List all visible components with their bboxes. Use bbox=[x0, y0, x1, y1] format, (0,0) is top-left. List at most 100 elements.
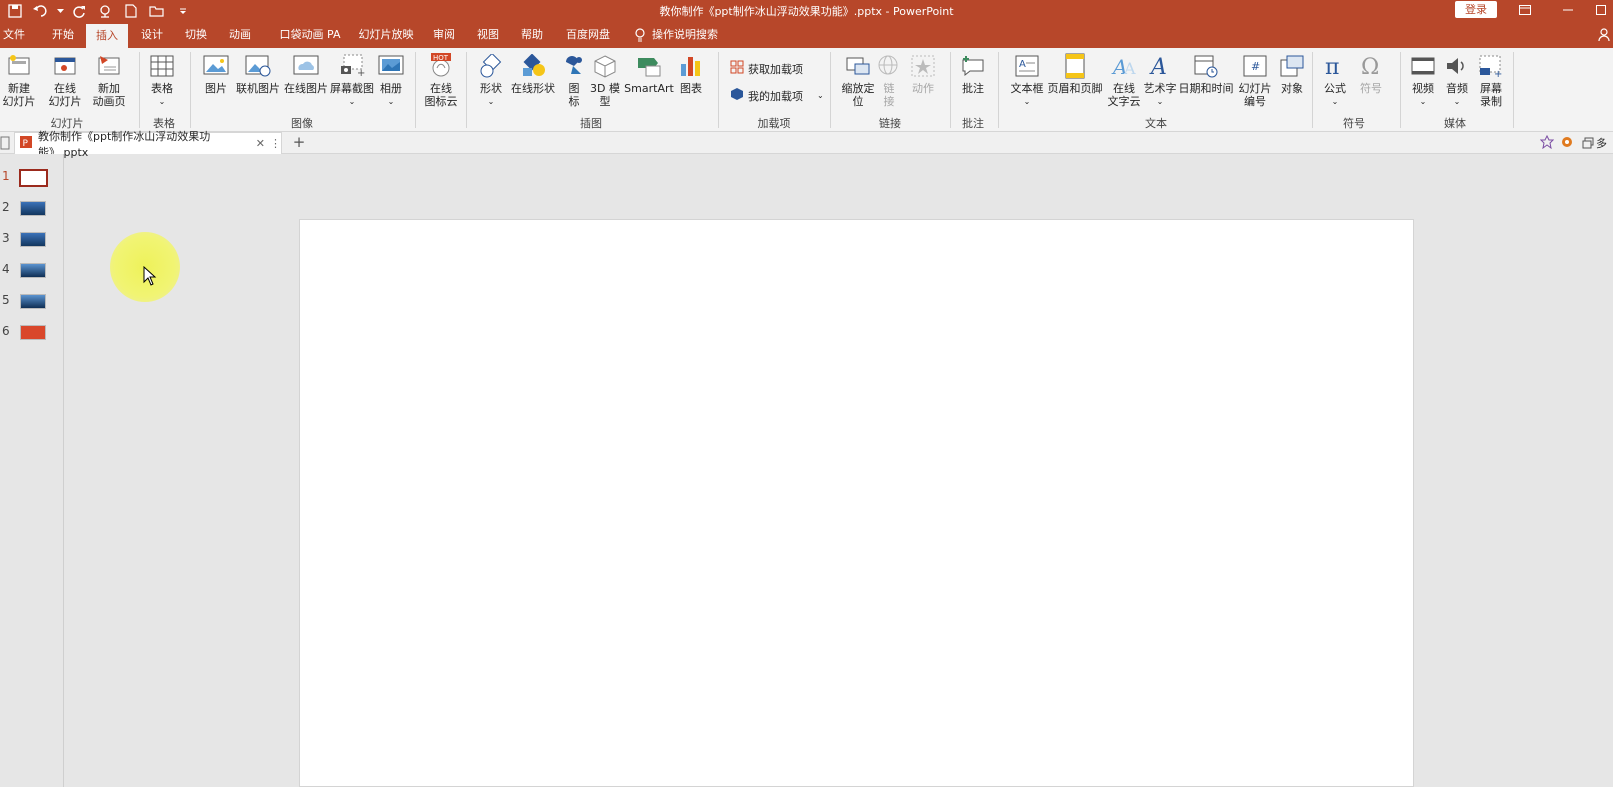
tab-view[interactable]: 视图 bbox=[470, 22, 506, 48]
tab-file[interactable]: 文件 bbox=[0, 22, 28, 48]
omega-icon: Ω bbox=[1357, 52, 1385, 80]
picture-icon bbox=[202, 52, 230, 80]
smartart-button[interactable]: SmartArt bbox=[624, 52, 674, 95]
group-label-media: 媒体 bbox=[1444, 117, 1466, 130]
online-slide-button[interactable]: 在线 幻灯片 bbox=[44, 52, 86, 108]
mouse-cursor-icon bbox=[143, 265, 157, 289]
object-button[interactable]: 对象 bbox=[1276, 52, 1308, 95]
slide-thumbnail-image bbox=[19, 169, 48, 187]
equation-button[interactable]: π 公式 ⌄ bbox=[1320, 52, 1350, 108]
settings-gear-icon[interactable] bbox=[1560, 135, 1574, 152]
icon-cloud-icon: HOT bbox=[427, 52, 455, 80]
online-picture-button[interactable]: 联机图片 bbox=[234, 52, 282, 95]
login-button[interactable]: 登录 bbox=[1455, 1, 1497, 18]
panel-toggle-icon[interactable] bbox=[0, 136, 12, 150]
more-options-icon[interactable]: ⋮ bbox=[270, 137, 281, 150]
tab-baidu-netdisk[interactable]: 百度网盘 bbox=[558, 22, 618, 48]
table-button[interactable]: 表格 ⌄ bbox=[146, 52, 178, 108]
title-bar: 教你制作《ppt制作冰山浮动效果功能》.pptx - PowerPoint 登录 bbox=[0, 0, 1613, 22]
zoom-button[interactable]: 缩放定 位 bbox=[838, 52, 878, 108]
header-footer-button[interactable]: 页眉和页脚 bbox=[1046, 52, 1104, 95]
slide-thumbnail[interactable]: 5 bbox=[0, 290, 64, 312]
online-icon-cloud-button[interactable]: HOT 在线 图标云 bbox=[420, 52, 462, 108]
group-label-links: 链接 bbox=[879, 117, 901, 130]
multi-window-button[interactable]: 多 bbox=[1582, 135, 1607, 151]
textbox-icon: A bbox=[1013, 52, 1041, 80]
tab-home[interactable]: 开始 bbox=[44, 22, 82, 48]
group-separator bbox=[1513, 52, 1514, 128]
slide-thumbnail[interactable]: 4 bbox=[0, 259, 64, 281]
slide-canvas[interactable] bbox=[299, 219, 1414, 787]
multi-window-icon bbox=[1582, 137, 1594, 149]
screenshot-icon: + bbox=[338, 52, 366, 80]
ribbon-display-icon[interactable] bbox=[1505, 0, 1545, 20]
maximize-icon[interactable] bbox=[1588, 0, 1613, 20]
online-picture-2-button[interactable]: 在线图片 bbox=[282, 52, 330, 95]
online-picture-icon bbox=[244, 52, 272, 80]
my-addins-button[interactable]: 我的加载项 ⌄ bbox=[730, 87, 824, 104]
window-title: 教你制作《ppt制作冰山浮动效果功能》.pptx - PowerPoint bbox=[659, 5, 954, 18]
slide-thumbnail[interactable]: 6 bbox=[0, 321, 64, 343]
dropdown-arrow-icon: ⌄ bbox=[1156, 97, 1164, 106]
new-slide-button[interactable]: 新建 幻灯片 bbox=[2, 52, 36, 108]
icons-button[interactable]: 图 标 bbox=[560, 52, 588, 108]
group-separator bbox=[415, 52, 416, 128]
chart-button[interactable]: 图表 bbox=[676, 52, 706, 95]
slide-thumbnail[interactable]: 2 bbox=[0, 197, 64, 219]
tab-help[interactable]: 帮助 bbox=[514, 22, 550, 48]
audio-button[interactable]: 音频 ⌄ bbox=[1442, 52, 1472, 108]
slide-number-icon: # bbox=[1241, 52, 1269, 80]
slide-thumbnail[interactable]: 1 bbox=[0, 166, 64, 188]
tab-transitions[interactable]: 切换 bbox=[178, 22, 214, 48]
action-button[interactable]: 动作 bbox=[908, 52, 938, 95]
textbox-button[interactable]: A 文本框 ⌄ bbox=[1008, 52, 1046, 108]
share-user-icon[interactable] bbox=[1595, 22, 1613, 48]
new-animation-page-button[interactable]: 新加 动画页 bbox=[88, 52, 130, 108]
3d-model-button[interactable]: 3D 模 型 bbox=[590, 52, 620, 108]
shapes-button[interactable]: 形状 ⌄ bbox=[476, 52, 506, 108]
tab-insert[interactable]: 插入 bbox=[86, 24, 128, 48]
slide-number-button[interactable]: # 幻灯片 编号 bbox=[1234, 52, 1276, 108]
tab-pocket-animation[interactable]: 口袋动画 PA bbox=[270, 22, 350, 48]
svg-text:#: # bbox=[1251, 60, 1260, 73]
tab-design[interactable]: 设计 bbox=[134, 22, 170, 48]
picture-button[interactable]: 图片 bbox=[200, 52, 232, 95]
video-button[interactable]: 视频 ⌄ bbox=[1408, 52, 1438, 108]
pi-icon: π bbox=[1321, 52, 1349, 80]
svg-text:A: A bbox=[1019, 59, 1026, 70]
search-tell-me[interactable]: 操作说明搜索 bbox=[652, 22, 752, 48]
close-icon[interactable]: ✕ bbox=[256, 137, 265, 150]
document-tab-name: 教你制作《ppt制作冰山浮动效果功能》.pptx bbox=[38, 129, 211, 159]
dropdown-arrow-icon: ⌄ bbox=[1023, 97, 1031, 106]
wordart-button[interactable]: A 艺术字 ⌄ bbox=[1142, 52, 1178, 108]
dropdown-arrow-icon: ⌄ bbox=[1331, 97, 1339, 106]
online-shapes-button[interactable]: 在线形状 bbox=[508, 52, 558, 95]
addin-star-icon[interactable] bbox=[1539, 134, 1555, 152]
screenshot-button[interactable]: + 屏幕截图 ⌄ bbox=[328, 52, 376, 108]
slide-thumbnail-image bbox=[20, 325, 46, 340]
online-slide-icon bbox=[51, 52, 79, 80]
date-time-button[interactable]: 日期和时间 bbox=[1178, 52, 1234, 95]
document-tab[interactable]: P 教你制作《ppt制作冰山浮动效果功能》.pptx ✕ ⋮ bbox=[14, 130, 282, 159]
slide-thumbnail-image bbox=[20, 294, 46, 309]
slide-thumbnail[interactable]: 3 bbox=[0, 228, 64, 250]
online-wordcloud-button[interactable]: AA 在线 文字云 bbox=[1106, 52, 1142, 108]
globe-link-icon bbox=[875, 52, 903, 80]
screen-recording-button[interactable]: + 屏幕 录制 bbox=[1476, 52, 1506, 108]
screen-record-icon: + bbox=[1477, 52, 1505, 80]
minimize-icon[interactable] bbox=[1548, 0, 1588, 20]
slide-thumbnail-image bbox=[20, 232, 46, 247]
new-tab-button[interactable]: + bbox=[290, 134, 308, 152]
link-button[interactable]: 链 接 bbox=[876, 52, 902, 108]
dropdown-arrow-icon: ⌄ bbox=[1419, 97, 1427, 106]
symbol-button[interactable]: Ω 符号 bbox=[1356, 52, 1386, 95]
tab-animations[interactable]: 动画 bbox=[222, 22, 258, 48]
photo-album-button[interactable]: 相册 ⌄ bbox=[376, 52, 406, 108]
svg-text:+: + bbox=[1494, 69, 1502, 78]
store-icon bbox=[730, 60, 744, 77]
comment-button[interactable]: 批注 bbox=[958, 52, 988, 95]
tab-slideshow[interactable]: 幻灯片放映 bbox=[356, 22, 416, 48]
get-addins-button[interactable]: 获取加载项 bbox=[730, 60, 803, 77]
lightbulb-icon bbox=[632, 22, 648, 48]
tab-review[interactable]: 审阅 bbox=[426, 22, 462, 48]
